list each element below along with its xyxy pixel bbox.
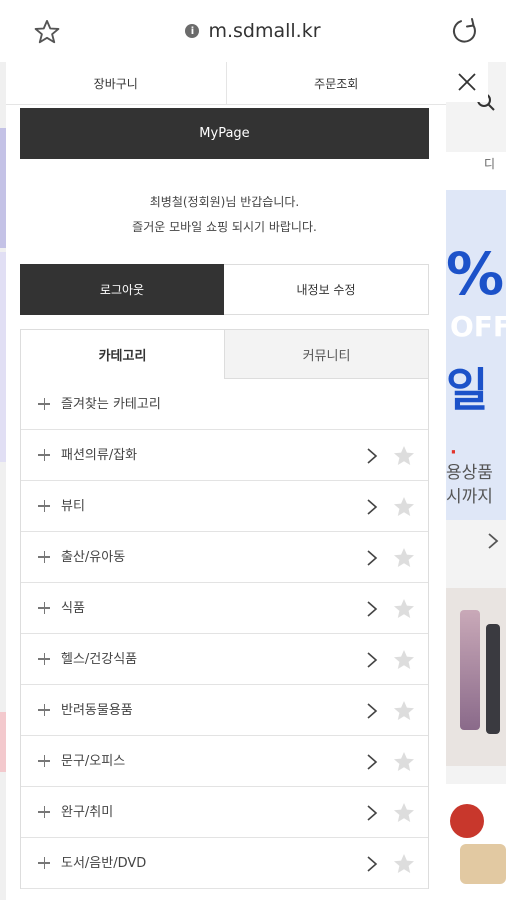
category-item[interactable]: 뷰티 [21,481,428,532]
mypage-button[interactable]: MyPage [20,108,429,159]
category-label: 식품 [61,601,85,616]
plus-icon[interactable] [38,856,52,870]
category-label: 출산/유아동 [61,550,126,565]
browser-url-bar: i m.sdmall.kr [0,0,506,62]
url-text: m.sdmall.kr [208,20,321,42]
plus-icon[interactable] [38,805,52,819]
plus-icon[interactable] [38,601,52,615]
plus-icon[interactable] [38,448,52,462]
banner-off: OFF [450,310,506,343]
banner-percent: % [446,240,504,308]
favorite-star-icon[interactable] [392,648,416,672]
chevron-right-icon[interactable] [366,498,378,516]
chevron-right-icon [488,533,499,549]
background-nav-text: 디 [484,157,496,171]
category-label: 즐겨찾는 카테고리 [61,397,161,412]
category-item[interactable]: 식품 [21,583,428,634]
chevron-right-icon[interactable] [366,753,378,771]
category-item[interactable]: 문구/오피스 [21,736,428,787]
banner-line1: 용상품 [446,463,493,483]
edit-profile-button[interactable]: 내정보 수정 [224,264,429,315]
chevron-right-icon[interactable] [366,702,378,720]
greeting: 최병철(정회원)님 반갑습니다. 즐거운 모바일 쇼핑 되시기 바랍니다. [20,190,429,240]
reload-icon[interactable] [450,16,480,46]
phone-image [486,624,500,734]
background-page: 디 % OFF 일 · 용상품 시까지 [446,62,506,900]
category-item[interactable]: 출산/유아동 [21,532,428,583]
phone-image [460,610,480,730]
category-label: 패션의류/잡화 [61,448,138,463]
favorite-star-icon[interactable] [392,801,416,825]
plus-icon[interactable] [38,499,52,513]
close-drawer-button[interactable] [446,62,488,102]
category-item[interactable]: 반려동물용품 [21,685,428,736]
tab-category[interactable]: 카테고리 [21,330,224,379]
greeting-line2: 즐거운 모바일 쇼핑 되시기 바랍니다. [132,220,317,234]
category-item[interactable]: 헬스/건강식품 [21,634,428,685]
screen: i m.sdmall.kr 디 % OFF 일 · 용상품 시까지 장바구니 주… [0,0,506,900]
plus-icon[interactable] [38,703,52,717]
plus-icon[interactable] [38,550,52,564]
url-display[interactable]: i m.sdmall.kr [0,0,506,62]
favorite-star-icon[interactable] [392,597,416,621]
plus-icon[interactable] [38,754,52,768]
chevron-right-icon[interactable] [366,447,378,465]
favorite-category-header[interactable]: 즐겨찾는 카테고리 [21,379,428,430]
close-icon [458,73,476,91]
background-product-image [446,588,506,766]
logout-button[interactable]: 로그아웃 [20,264,224,315]
category-list: 즐겨찾는 카테고리 패션의류/잡화 뷰티 출산/유아동 식품 헬스/건강식품 반… [20,379,429,889]
background-nav [446,152,506,190]
plus-icon [38,397,52,411]
category-label: 뷰티 [61,499,85,514]
plus-icon[interactable] [38,652,52,666]
food-image [460,844,506,884]
category-label: 반려동물용품 [61,703,133,718]
category-item[interactable]: 패션의류/잡화 [21,430,428,481]
chevron-right-icon[interactable] [366,855,378,873]
banner-line2: 시까지 [446,487,493,507]
chevron-right-icon[interactable] [366,804,378,822]
category-label: 헬스/건강식품 [61,652,138,667]
chevron-right-icon[interactable] [366,651,378,669]
info-icon[interactable]: i [185,24,200,38]
category-item[interactable]: 도서/음반/DVD [21,838,428,889]
tab-community[interactable]: 커뮤니티 [224,330,428,379]
banner-char: 일 [446,363,489,417]
account-buttons: 로그아웃 내정보 수정 [20,264,429,315]
cart-button[interactable]: 장바구니 [6,62,227,104]
favorite-star-icon[interactable] [392,444,416,468]
greeting-line1: 최병철(정회원)님 반갑습니다. [149,195,300,209]
favorite-star-icon[interactable] [392,852,416,876]
category-label: 완구/취미 [61,805,114,820]
category-label: 문구/오피스 [61,754,126,769]
category-rows: 패션의류/잡화 뷰티 출산/유아동 식품 헬스/건강식품 반려동물용품 문구/오… [21,430,428,889]
side-menu-drawer: 장바구니 주문조회 MyPage 최병철(정회원)님 반갑습니다. 즐거운 모바… [6,62,446,900]
category-item[interactable]: 완구/취미 [21,787,428,838]
chevron-right-icon[interactable] [366,549,378,567]
favorite-star-icon[interactable] [392,546,416,570]
top-buttons: 장바구니 주문조회 [6,62,446,105]
favorite-star-icon[interactable] [392,699,416,723]
favorite-star-icon[interactable] [392,495,416,519]
food-image [450,804,484,838]
menu-tabs: 카테고리 커뮤니티 [20,329,429,379]
category-label: 도서/음반/DVD [61,856,147,871]
order-lookup-button[interactable]: 주문조회 [226,62,446,104]
chevron-right-icon[interactable] [366,600,378,618]
background-food-image [446,784,506,900]
favorite-star-icon[interactable] [392,750,416,774]
